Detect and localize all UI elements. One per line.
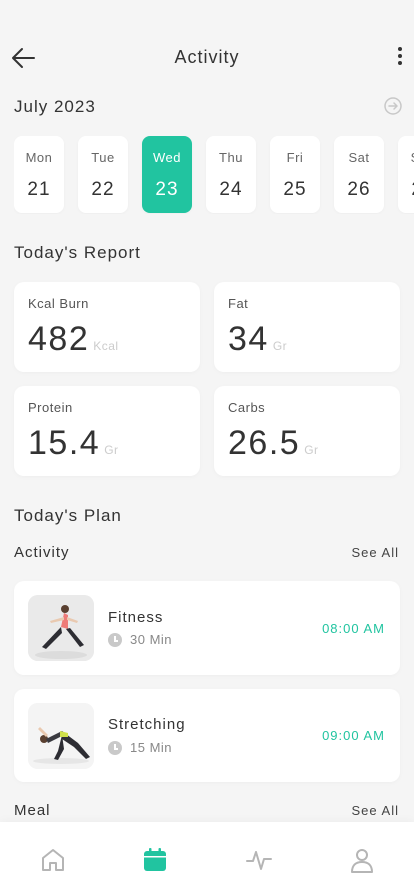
more-options-button[interactable] xyxy=(392,44,408,72)
stat-value: 34 Gr xyxy=(228,320,288,358)
day-item[interactable]: Mon 21 xyxy=(14,136,64,213)
page-title: Activity xyxy=(174,47,240,67)
activity-item[interactable]: Fitness 30 Min 08:00 AM xyxy=(14,581,400,675)
stat-value: 482 Kcal xyxy=(28,320,119,358)
day-name: Tue xyxy=(91,150,115,165)
bottom-tab-bar xyxy=(0,822,414,896)
plan-duration: 30 Min xyxy=(108,632,172,647)
tab-activity[interactable] xyxy=(245,846,273,874)
day-name: Sun xyxy=(398,150,414,165)
plan-title: Today's Plan xyxy=(14,506,122,525)
next-month-button[interactable] xyxy=(384,97,402,115)
report-title: Today's Report xyxy=(14,243,141,262)
top-bar: Activity xyxy=(0,0,414,100)
fitness-person-image xyxy=(28,595,94,661)
day-name: Mon xyxy=(25,150,53,165)
clock-icon xyxy=(108,740,122,755)
calendar-icon xyxy=(144,848,166,871)
stat-card-kcal: Kcal Burn 482 Kcal xyxy=(14,282,200,372)
day-item[interactable]: Thu 24 xyxy=(206,136,256,213)
tab-profile[interactable] xyxy=(348,846,376,874)
stat-value: 26.5 Gr xyxy=(228,424,319,462)
plan-time: 09:00 AM xyxy=(322,728,385,743)
more-vertical-icon xyxy=(398,47,402,51)
stat-value: 15.4 Gr xyxy=(28,424,119,462)
stat-label: Protein xyxy=(28,400,73,415)
stat-card-fat: Fat 34 Gr xyxy=(214,282,400,372)
fitness-thumbnail xyxy=(28,595,94,661)
day-item[interactable]: Fri 25 xyxy=(270,136,320,213)
activity-see-all-link[interactable]: See All xyxy=(352,545,399,560)
day-number: 27 xyxy=(398,179,414,201)
stat-label: Fat xyxy=(228,296,249,311)
day-name: Wed xyxy=(153,150,181,165)
day-number: 26 xyxy=(347,179,371,200)
day-item[interactable]: Sat 26 xyxy=(334,136,384,213)
plan-time: 08:00 AM xyxy=(322,621,385,636)
day-number: 22 xyxy=(91,179,115,200)
meal-see-all-link[interactable]: See All xyxy=(352,803,399,818)
month-label: July 2023 xyxy=(14,97,96,116)
clock-icon xyxy=(108,632,122,647)
home-icon xyxy=(42,849,64,871)
stat-unit: Gr xyxy=(104,443,119,457)
day-number: 23 xyxy=(155,179,179,200)
stretching-thumbnail xyxy=(28,703,94,769)
day-name: Fri xyxy=(286,150,304,165)
stat-card-carbs: Carbs 26.5 Gr xyxy=(214,386,400,476)
stat-unit: Kcal xyxy=(93,339,119,353)
stretching-person-image xyxy=(28,703,94,769)
activity-subtitle: Activity xyxy=(14,544,70,561)
day-name: Sat xyxy=(348,150,370,165)
arrow-right-circle-icon xyxy=(384,97,402,115)
tab-home[interactable] xyxy=(39,846,67,874)
stat-label: Kcal Burn xyxy=(28,296,89,311)
day-item[interactable]: Tue 22 xyxy=(78,136,128,213)
stat-unit: Gr xyxy=(304,443,319,457)
tab-calendar[interactable] xyxy=(141,846,169,874)
day-name: Thu xyxy=(219,150,243,165)
stat-card-protein: Protein 15.4 Gr xyxy=(14,386,200,476)
day-number: 24 xyxy=(219,179,243,200)
day-item[interactable]: Sun 27 xyxy=(398,136,414,213)
activity-pulse-icon xyxy=(246,851,272,870)
day-number: 25 xyxy=(283,179,307,200)
meal-subtitle: Meal xyxy=(14,802,51,819)
plan-name: Stretching xyxy=(108,716,186,733)
profile-icon xyxy=(351,849,373,873)
activity-item[interactable]: Stretching 15 Min 09:00 AM xyxy=(14,689,400,782)
plan-duration: 15 Min xyxy=(108,740,172,755)
stat-unit: Gr xyxy=(272,339,288,353)
plan-name: Fitness xyxy=(108,609,164,626)
day-selector: Mon 21 Tue 22 Wed 23 Thu 24 Fri 25 Sat 2… xyxy=(14,136,414,214)
stat-label: Carbs xyxy=(228,400,266,415)
day-number: 21 xyxy=(27,179,51,200)
day-item-selected[interactable]: Wed 23 xyxy=(142,136,192,213)
